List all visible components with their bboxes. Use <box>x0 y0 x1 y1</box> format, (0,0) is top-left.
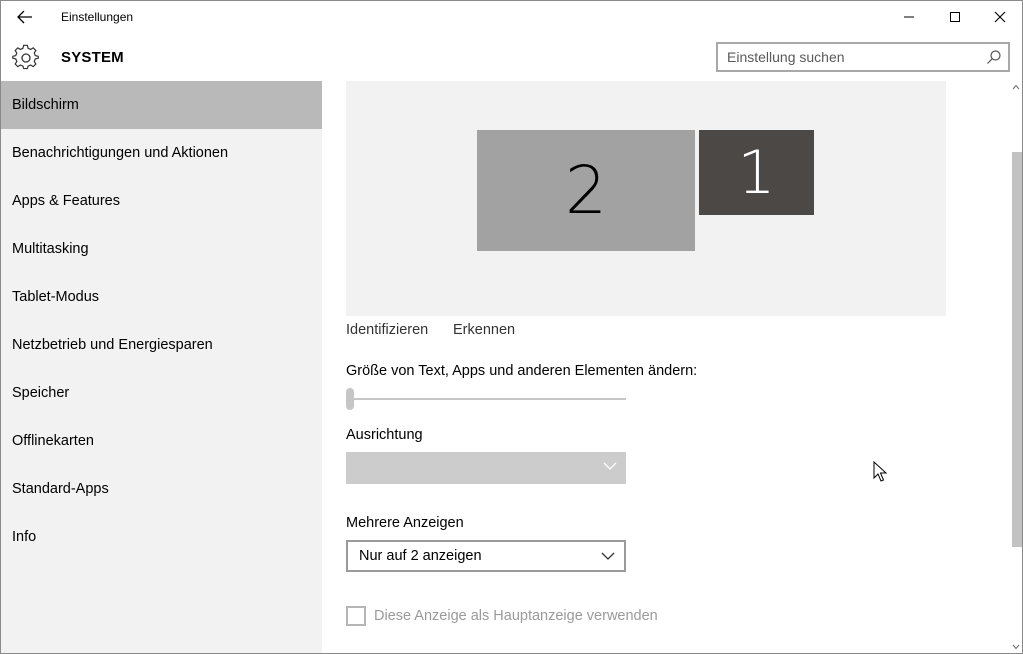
detect-link[interactable]: Erkennen <box>453 322 515 338</box>
maximize-icon <box>950 12 960 22</box>
sidebar-item-speicher[interactable]: Speicher <box>1 369 322 417</box>
back-button[interactable] <box>9 3 41 31</box>
close-icon <box>994 11 1006 23</box>
sidebar-item-netzbetrieb[interactable]: Netzbetrieb und Energiesparen <box>1 321 322 369</box>
multiple-displays-dropdown[interactable]: Nur auf 2 anzeigen <box>346 540 626 572</box>
back-arrow-icon <box>17 10 32 24</box>
chevron-down-icon <box>603 462 617 470</box>
orientation-label: Ausrichtung <box>346 427 423 443</box>
multiple-displays-value: Nur auf 2 anzeigen <box>359 548 482 564</box>
sidebar-item-offlinekarten[interactable]: Offlinekarten <box>1 417 322 465</box>
sidebar-item-multitasking[interactable]: Multitasking <box>1 225 322 273</box>
scroll-down-icon[interactable] <box>1012 644 1020 650</box>
section-title: SYSTEM <box>61 49 124 66</box>
sidebar-item-benachrichtigungen[interactable]: Benachrichtigungen und Aktionen <box>1 129 322 177</box>
app-title: Einstellungen <box>61 10 134 24</box>
sidebar-item-tablet-modus[interactable]: Tablet-Modus <box>1 273 322 321</box>
scale-label: Größe von Text, Apps und anderen Element… <box>346 363 698 379</box>
sidebar-item-apps-features[interactable]: Apps & Features <box>1 177 322 225</box>
slider-track <box>346 398 626 400</box>
page-header: SYSTEM <box>1 33 1022 81</box>
chevron-down-icon <box>601 552 615 560</box>
slider-thumb[interactable] <box>346 388 354 410</box>
minimize-button[interactable] <box>886 1 932 33</box>
sidebar-item-info[interactable]: Info <box>1 513 322 561</box>
gear-icon <box>12 44 39 70</box>
search-icon[interactable] <box>986 49 1002 65</box>
main-display-checkbox[interactable] <box>346 606 366 626</box>
sidebar-item-standard-apps[interactable]: Standard-Apps <box>1 465 322 513</box>
close-button[interactable] <box>977 1 1022 33</box>
multiple-displays-label: Mehrere Anzeigen <box>346 515 464 531</box>
sidebar-item-bildschirm[interactable]: Bildschirm <box>1 81 322 129</box>
maximize-button[interactable] <box>932 1 978 33</box>
search-box[interactable] <box>716 42 1010 72</box>
scrollbar-thumb[interactable] <box>1012 152 1022 547</box>
identify-link[interactable]: Identifizieren <box>346 322 428 338</box>
mouse-cursor-icon <box>873 461 887 482</box>
scale-slider[interactable] <box>346 387 628 411</box>
monitor-2-tile[interactable]: 2 <box>477 130 695 251</box>
monitor-1-tile[interactable]: 1 <box>699 130 814 215</box>
sidebar-nav: Bildschirm Benachrichtigungen und Aktion… <box>1 81 322 653</box>
orientation-dropdown <box>346 452 626 484</box>
title-bar: Einstellungen <box>1 1 1022 33</box>
settings-window: Einstellungen SYSTEM Bildschir <box>0 0 1023 654</box>
main-display-checkbox-label: Diese Anzeige als Hauptanzeige verwenden <box>374 608 658 624</box>
minimize-icon <box>904 16 914 18</box>
main-content: 2 1 Identifizieren Erkennen Größe von Te… <box>322 81 1022 653</box>
search-input[interactable] <box>718 44 978 70</box>
main-display-checkbox-row: Diese Anzeige als Hauptanzeige verwenden <box>346 606 658 626</box>
scroll-up-icon[interactable] <box>1012 84 1020 90</box>
vertical-scrollbar[interactable] <box>1010 81 1022 653</box>
display-arrangement-preview: 2 1 <box>346 81 946 316</box>
